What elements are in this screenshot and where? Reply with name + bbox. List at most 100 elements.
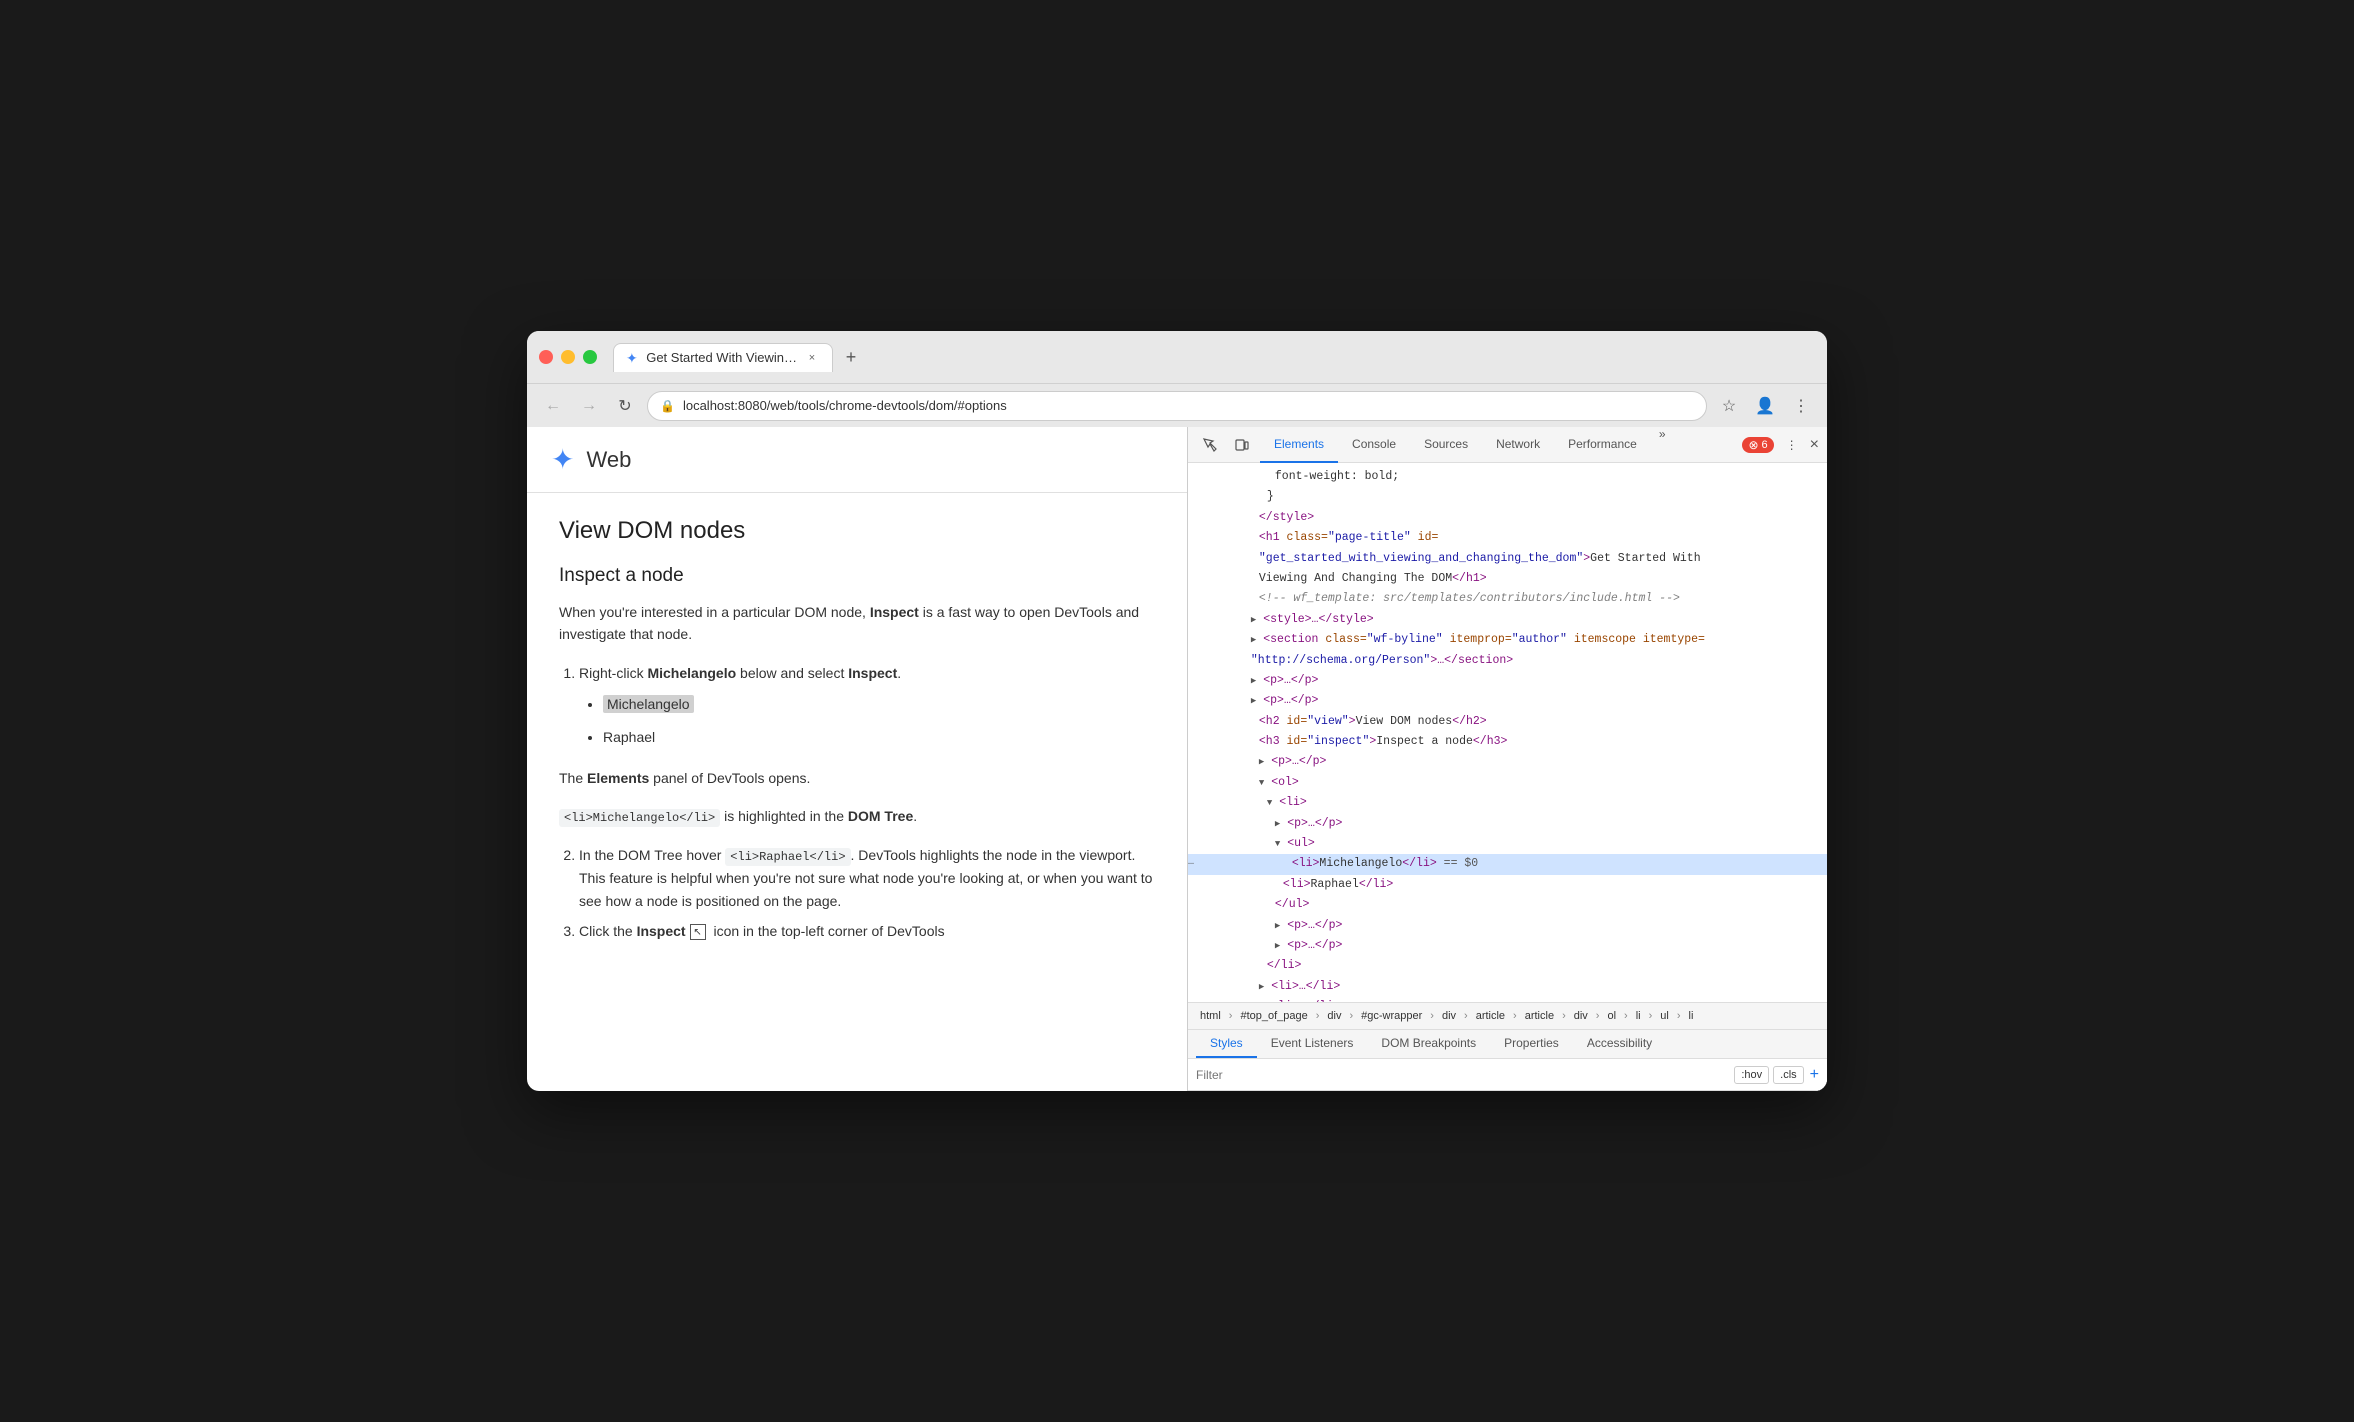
elements-note-suffix: panel of DevTools opens. bbox=[649, 770, 810, 786]
site-logo: ✦ bbox=[551, 443, 574, 476]
dom-line[interactable]: ▼ <ul> bbox=[1188, 834, 1827, 854]
michelangelo-highlighted: Michelangelo bbox=[603, 695, 694, 713]
site-name: Web bbox=[586, 447, 631, 473]
tab-close-button[interactable]: × bbox=[804, 350, 820, 366]
dom-line[interactable]: ▶ <li>…</li> bbox=[1188, 977, 1827, 997]
dom-line[interactable]: <li>Raphael</li> bbox=[1188, 875, 1827, 895]
dom-line[interactable]: </li> bbox=[1188, 956, 1827, 976]
step3-suffix: icon in the top-left corner of DevTools bbox=[710, 923, 945, 939]
minimize-window-button[interactable] bbox=[561, 350, 575, 364]
maximize-window-button[interactable] bbox=[583, 350, 597, 364]
dom-line[interactable]: Viewing And Changing The DOM</h1> bbox=[1188, 569, 1827, 589]
tab-dom-breakpoints[interactable]: DOM Breakpoints bbox=[1367, 1030, 1490, 1058]
hov-filter[interactable]: :hov bbox=[1734, 1066, 1769, 1084]
bottom-tabs: Styles Event Listeners DOM Breakpoints P… bbox=[1188, 1030, 1827, 1059]
tab-performance[interactable]: Performance bbox=[1554, 427, 1651, 463]
bc-li-1[interactable]: li bbox=[1632, 1008, 1645, 1024]
tab-properties[interactable]: Properties bbox=[1490, 1030, 1573, 1058]
devtools-toolbar: Elements Console Sources Network Perform… bbox=[1188, 427, 1827, 463]
menu-icon[interactable]: ⋮ bbox=[1787, 392, 1815, 420]
step-2: In the DOM Tree hover <li>Raphael</li>. … bbox=[579, 844, 1155, 912]
dom-line[interactable]: <!-- wf_template: src/templates/contribu… bbox=[1188, 589, 1827, 609]
step3-inspect-bold: Inspect bbox=[637, 923, 686, 939]
dom-line[interactable]: "http://schema.org/Person">…</section> bbox=[1188, 651, 1827, 671]
breadcrumb-bar: html › #top_of_page › div › #gc-wrapper … bbox=[1188, 1002, 1827, 1030]
page-content: ✦ Web View DOM nodes Inspect a node When… bbox=[527, 427, 1187, 1091]
dom-line[interactable]: ▶ <p>…</p> bbox=[1188, 691, 1827, 711]
tab-accessibility[interactable]: Accessibility bbox=[1573, 1030, 1666, 1058]
dom-line-michelangelo[interactable]: … <li>Michelangelo</li> == $0 bbox=[1188, 854, 1827, 874]
dom-line[interactable]: "get_started_with_viewing_and_changing_t… bbox=[1188, 549, 1827, 569]
step1-mid: below and select bbox=[736, 665, 848, 681]
bc-top-of-page[interactable]: #top_of_page bbox=[1236, 1008, 1311, 1024]
steps-list-2: In the DOM Tree hover <li>Raphael</li>. … bbox=[559, 844, 1155, 942]
profile-icon[interactable]: 👤 bbox=[1751, 392, 1779, 420]
tab-sources[interactable]: Sources bbox=[1410, 427, 1482, 463]
bc-li-2[interactable]: li bbox=[1685, 1008, 1698, 1024]
filter-input[interactable] bbox=[1196, 1068, 1728, 1082]
url-text: localhost:8080/web/tools/chrome-devtools… bbox=[683, 398, 1007, 413]
dom-line[interactable]: </ul> bbox=[1188, 895, 1827, 915]
dom-line[interactable]: font-weight: bold; bbox=[1188, 467, 1827, 487]
bc-article-1[interactable]: article bbox=[1472, 1008, 1509, 1024]
dom-line[interactable]: } bbox=[1188, 487, 1827, 507]
security-icon: 🔒 bbox=[660, 399, 675, 413]
bc-div-2[interactable]: div bbox=[1438, 1008, 1460, 1024]
dom-line[interactable]: ▶ <p>…</p> bbox=[1188, 671, 1827, 691]
new-tab-button[interactable]: + bbox=[837, 343, 865, 371]
dom-end: . bbox=[913, 808, 917, 824]
dom-line[interactable]: <h3 id="inspect">Inspect a node</h3> bbox=[1188, 732, 1827, 752]
inspect-element-button[interactable] bbox=[1196, 431, 1224, 459]
bc-ol[interactable]: ol bbox=[1603, 1008, 1620, 1024]
url-bar[interactable]: 🔒 localhost:8080/web/tools/chrome-devtoo… bbox=[647, 391, 1707, 421]
more-tabs-button[interactable]: » bbox=[1651, 427, 1674, 463]
forward-button[interactable]: → bbox=[575, 392, 603, 420]
device-toggle-button[interactable] bbox=[1228, 431, 1256, 459]
error-count: 6 bbox=[1762, 439, 1768, 451]
devtools-tabs: Elements Console Sources Network Perform… bbox=[1260, 427, 1738, 463]
bc-div-3[interactable]: div bbox=[1570, 1008, 1592, 1024]
tab-console[interactable]: Console bbox=[1338, 427, 1410, 463]
bc-html[interactable]: html bbox=[1196, 1008, 1225, 1024]
dom-line[interactable]: ▶ <style>…</style> bbox=[1188, 610, 1827, 630]
cls-filter[interactable]: .cls bbox=[1773, 1066, 1804, 1084]
active-tab[interactable]: ✦ Get Started With Viewing And × bbox=[613, 343, 833, 372]
intro-text-1: When you're interested in a particular D… bbox=[559, 604, 870, 620]
dom-line[interactable]: ▶ <section class="wf-byline" itemprop="a… bbox=[1188, 630, 1827, 650]
dom-line[interactable]: <h1 class="page-title" id= bbox=[1188, 528, 1827, 548]
dom-line[interactable]: ▶ <p>…</p> bbox=[1188, 916, 1827, 936]
tab-styles[interactable]: Styles bbox=[1196, 1030, 1257, 1058]
dom-line[interactable]: ▶ <p>…</p> bbox=[1188, 814, 1827, 834]
dom-line[interactable]: </style> bbox=[1188, 508, 1827, 528]
back-button[interactable]: ← bbox=[539, 392, 567, 420]
tab-network[interactable]: Network bbox=[1482, 427, 1554, 463]
close-window-button[interactable] bbox=[539, 350, 553, 364]
bc-article-2[interactable]: article bbox=[1521, 1008, 1558, 1024]
tab-favicon: ✦ bbox=[626, 350, 640, 366]
bc-ul[interactable]: ul bbox=[1656, 1008, 1673, 1024]
reload-button[interactable]: ↻ bbox=[611, 392, 639, 420]
bookmark-icon[interactable]: ☆ bbox=[1715, 392, 1743, 420]
bc-div-1[interactable]: div bbox=[1323, 1008, 1345, 1024]
step3-inspect-icon: ↖ bbox=[690, 924, 706, 940]
elements-note-prefix: The bbox=[559, 770, 587, 786]
error-badge[interactable]: ⊗ 6 bbox=[1742, 437, 1773, 453]
dom-line[interactable]: ▶ <p>…</p> bbox=[1188, 936, 1827, 956]
dom-tree[interactable]: font-weight: bold; } </style> <h1 class=… bbox=[1188, 463, 1827, 1002]
dom-line[interactable]: ▼ <ol> bbox=[1188, 773, 1827, 793]
dom-line[interactable]: <h2 id="view">View DOM nodes</h2> bbox=[1188, 712, 1827, 732]
devtools-more-button[interactable]: ⋮ bbox=[1778, 431, 1806, 459]
bc-gc-wrapper[interactable]: #gc-wrapper bbox=[1357, 1008, 1426, 1024]
step3-prefix: Click the bbox=[579, 923, 637, 939]
tab-elements[interactable]: Elements bbox=[1260, 427, 1338, 463]
tab-bar: ✦ Get Started With Viewing And × + bbox=[613, 343, 1815, 372]
dom-line[interactable]: ▶ <p>…</p> bbox=[1188, 752, 1827, 772]
add-filter-button[interactable]: + bbox=[1810, 1066, 1819, 1084]
devtools-close-button[interactable]: × bbox=[1810, 436, 1819, 454]
tab-event-listeners[interactable]: Event Listeners bbox=[1257, 1030, 1368, 1058]
traffic-lights bbox=[539, 350, 597, 364]
dom-line[interactable]: ▼ <li> bbox=[1188, 793, 1827, 813]
step2-prefix: In the DOM Tree hover bbox=[579, 847, 725, 863]
michelangelo-item: Michelangelo bbox=[603, 692, 1155, 717]
intro-paragraph: When you're interested in a particular D… bbox=[559, 601, 1155, 646]
